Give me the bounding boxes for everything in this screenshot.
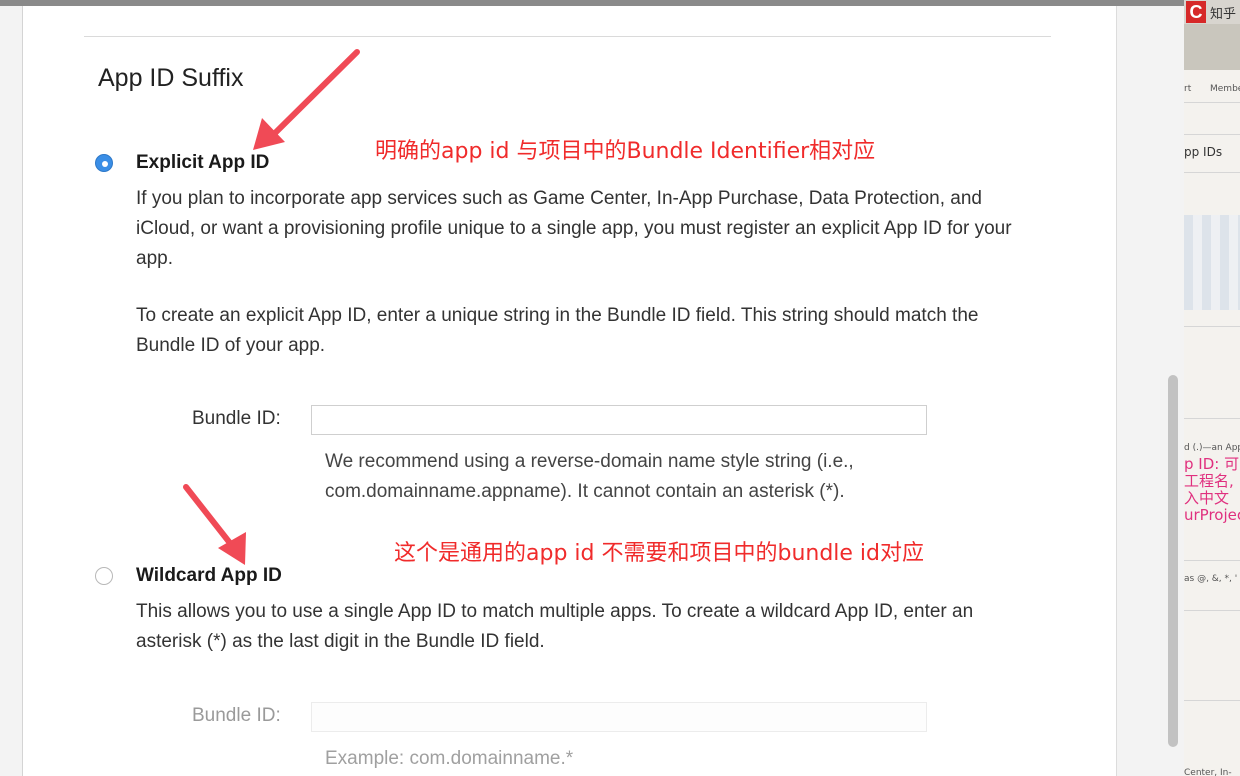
background-divider [1184,700,1240,701]
background-divider [1184,102,1240,103]
background-divider [1184,610,1240,611]
background-pink-line: 入中文 [1184,489,1230,507]
background-pink-line: urProjec [1184,506,1240,524]
background-snippet-top: d (.)—an App [1184,443,1240,453]
background-divider [1184,418,1240,419]
background-snippet-chars: as @, &, *, ' [1184,574,1238,584]
background-window: C 知乎 rt Member pp IDs d (.)—an App p ID:… [1184,0,1240,776]
background-snippet-bottom: Center, In- [1184,768,1232,776]
background-divider [1184,172,1240,173]
brand-text: 知乎 [1210,7,1237,22]
background-nav: rt Member [1184,84,1240,94]
background-photo [1184,24,1240,70]
background-divider [1184,326,1240,327]
background-divider [1184,134,1240,135]
red-arrow-icon [183,484,246,565]
background-pink-line: p ID: 可 [1184,455,1240,473]
background-nav-left: rt [1184,84,1192,94]
background-section-label: pp IDs [1184,145,1223,159]
annotation-arrows [183,49,360,565]
background-nav-right: Member [1210,84,1240,94]
background-pink-line: 工程名, [1184,472,1234,490]
brand-badge: C [1186,1,1206,23]
blurred-content [1184,215,1240,310]
background-divider [1184,560,1240,561]
red-arrow-icon [253,49,360,150]
